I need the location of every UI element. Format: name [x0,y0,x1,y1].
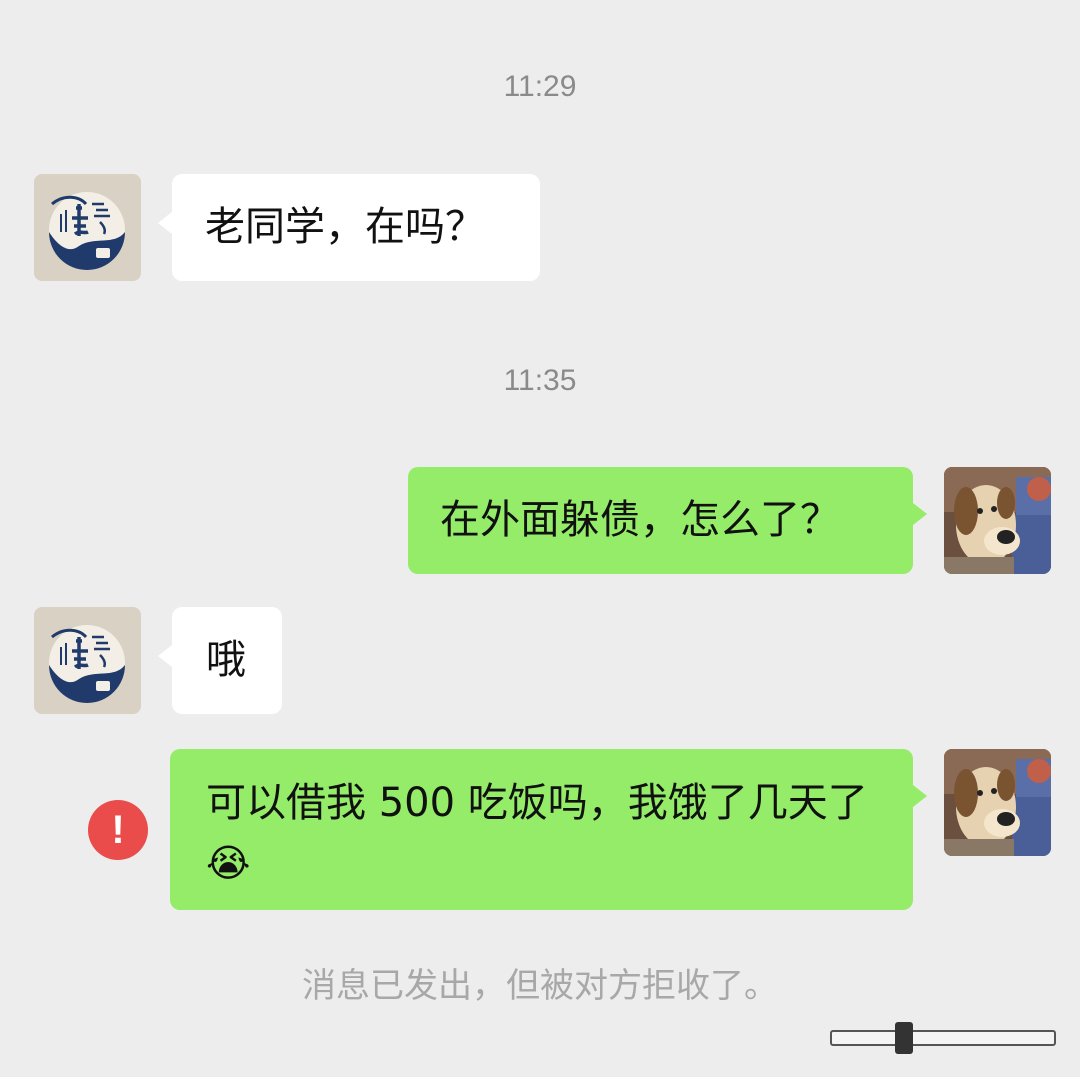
timestamp: 11:35 [503,364,577,397]
cartoon-dog-icon [944,749,1051,856]
message-bubble-incoming[interactable]: 老同学，在吗？ [158,174,540,281]
calligraphy-seal-icon [34,174,141,281]
message-bubble-outgoing-failed[interactable]: 可以借我 500 吃饭吗，我饿了几天了 😭 [170,749,927,910]
message-text: 哦 [206,637,246,683]
horizontal-scrollbar[interactable] [830,1022,1056,1054]
my-avatar[interactable] [944,467,1051,574]
timestamp: 11:29 [503,70,577,103]
chat-window: 11:29 老同学，在吗？ 11:35 在外面躲债，怎么了？ 哦 ! 可以借我 … [0,0,1080,1077]
message-text: 老同学，在吗？ [205,204,485,250]
scrollbar-track[interactable] [830,1030,1056,1046]
exclamation-circle-icon[interactable]: ! [88,800,148,860]
friend-avatar[interactable] [34,174,141,281]
system-notice: 消息已发出，但被对方拒收了。 [302,966,778,1006]
message-text: 可以借我 500 吃饭吗，我饿了几天了 [206,780,868,826]
my-avatar[interactable] [944,749,1051,856]
scrollbar-thumb[interactable] [895,1022,913,1054]
cartoon-dog-icon [944,467,1051,574]
calligraphy-seal-icon [34,607,141,714]
message-bubble-incoming[interactable]: 哦 [158,607,282,714]
crying-face-icon: 😭 [206,841,251,885]
friend-avatar[interactable] [34,607,141,714]
message-text: 在外面躲债，怎么了？ [440,497,840,543]
message-bubble-outgoing[interactable]: 在外面躲债，怎么了？ [408,467,927,574]
